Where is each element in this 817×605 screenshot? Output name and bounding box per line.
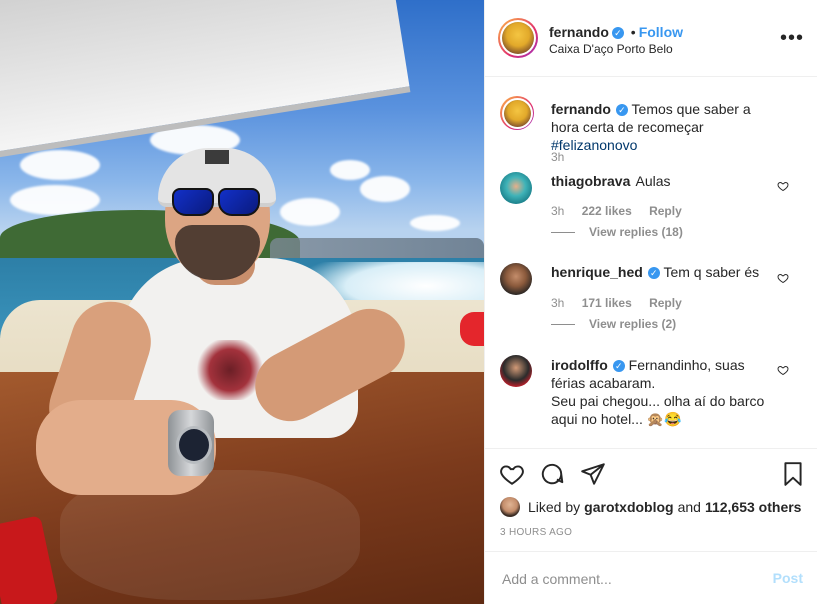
heart-icon[interactable]	[777, 272, 789, 284]
comment-text: thiagobrava Aulas	[551, 172, 771, 190]
more-horizontal-icon[interactable]: •••	[780, 28, 804, 48]
heart-icon[interactable]	[499, 461, 525, 487]
author-username[interactable]: fernando	[549, 24, 609, 40]
author-line: fernando ✓ • Follow	[549, 24, 683, 40]
caption-username[interactable]: fernando	[551, 101, 611, 117]
divider-line	[551, 232, 575, 234]
liker-avatar[interactable]	[500, 497, 520, 517]
view-replies-button[interactable]: View replies (18)	[551, 225, 683, 239]
comment-likes[interactable]: 171 likes	[582, 296, 632, 310]
liked-by-conj: and	[677, 499, 701, 515]
cloud	[280, 198, 340, 226]
liked-by-prefix: Liked by	[528, 499, 581, 515]
cloud	[10, 185, 100, 215]
divider-line	[551, 324, 575, 326]
verified-icon: ✓	[612, 360, 625, 373]
city-skyline	[270, 238, 484, 260]
view-replies-button[interactable]: View replies (2)	[551, 317, 676, 331]
location-link[interactable]: Caixa D'aço Porto Belo	[549, 42, 673, 56]
heart-icon[interactable]	[777, 364, 789, 376]
red-object	[460, 312, 484, 346]
cloud	[20, 150, 100, 180]
comment-avatar[interactable]	[500, 355, 532, 387]
comment-time[interactable]: 3h	[551, 296, 564, 310]
heart-icon[interactable]	[777, 180, 789, 192]
reply-button[interactable]: Reply	[649, 296, 682, 310]
post-side-panel: fernando ✓ • Follow Caixa D'aço Porto Belo…	[484, 0, 817, 604]
comment-meta: 3h 171 likes Reply	[551, 296, 696, 310]
action-bar: Liked by garotxdoblog and 112,653 others…	[485, 448, 817, 559]
watch-face	[176, 426, 212, 464]
verified-icon: ✓	[615, 104, 628, 117]
view-replies-label: View replies (18)	[589, 225, 683, 239]
comment-avatar[interactable]	[500, 172, 532, 204]
comment-body: Tem q saber és	[663, 264, 760, 280]
comment-icon[interactable]	[539, 461, 565, 487]
post-comment-button[interactable]: Post	[773, 570, 803, 586]
comment-input[interactable]	[500, 566, 754, 592]
liker-username[interactable]: garotxdoblog	[584, 499, 673, 515]
comment-username[interactable]: irodolffo	[551, 357, 608, 373]
liked-by-line: Liked by garotxdoblog and 112,653 others	[500, 497, 805, 517]
comment-text: henrique_hed ✓ Tem q saber és	[551, 263, 771, 281]
comment-body: Aulas	[635, 173, 671, 189]
follow-button[interactable]: Follow	[639, 24, 683, 40]
comment-time[interactable]: 3h	[551, 204, 564, 218]
send-icon[interactable]	[580, 461, 606, 487]
comment-username[interactable]: thiagobrava	[551, 173, 630, 189]
author-avatar[interactable]	[498, 18, 538, 58]
sunglasses	[172, 188, 262, 216]
post-timestamp[interactable]: 3 HOURS AGO	[500, 527, 572, 538]
cap-logo	[205, 150, 229, 164]
view-replies-label: View replies (2)	[589, 317, 677, 331]
cloud	[360, 176, 410, 202]
post-photo[interactable]	[0, 0, 484, 604]
cloud	[410, 215, 460, 231]
bookmark-icon[interactable]	[780, 461, 806, 487]
likes-count[interactable]: 112,653 others	[705, 499, 802, 515]
post-header: fernando ✓ • Follow Caixa D'aço Porto Belo…	[485, 0, 817, 77]
comment-text: irodolffo ✓ Fernandinho, suas férias acab…	[551, 356, 771, 428]
caption-time[interactable]: 3h	[551, 150, 564, 164]
verified-icon: ✓	[647, 267, 660, 280]
verified-icon: ✓	[611, 27, 624, 40]
add-comment-bar: Post	[485, 551, 817, 605]
comments-list[interactable]: fernando ✓ Temos que saber a hora certa d…	[485, 76, 817, 448]
comment-likes[interactable]: 222 likes	[582, 204, 632, 218]
caption-text: fernando ✓ Temos que saber a hora certa d…	[551, 100, 771, 154]
comment-username[interactable]: henrique_hed	[551, 264, 643, 280]
reply-button[interactable]: Reply	[649, 204, 682, 218]
cloud	[330, 160, 370, 180]
caption-avatar[interactable]	[500, 96, 534, 130]
separator-dot: •	[630, 24, 636, 40]
caption-meta: 3h	[551, 150, 578, 164]
comment-avatar[interactable]	[500, 263, 532, 295]
comment-body-line2: Seu pai chegou... olha aí do barco aqui …	[551, 393, 765, 427]
comment-meta: 3h 222 likes Reply	[551, 204, 696, 218]
